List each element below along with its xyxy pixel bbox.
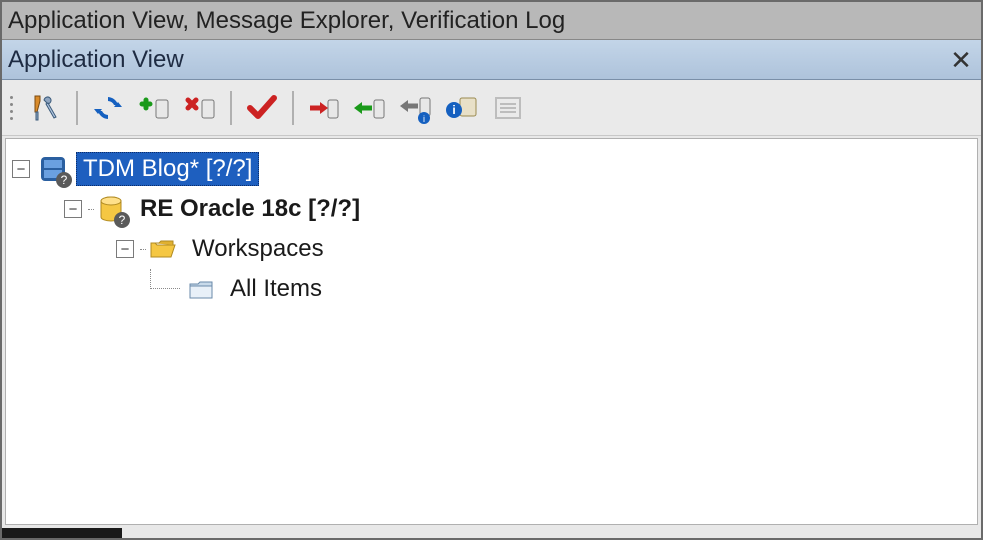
- footer-strip: [2, 528, 122, 538]
- import-info-button[interactable]: i: [396, 88, 436, 128]
- expander-icon[interactable]: −: [116, 240, 134, 258]
- toolbar-separator: [292, 91, 294, 125]
- expander-icon[interactable]: −: [12, 160, 30, 178]
- tree-node-label[interactable]: All Items: [224, 273, 328, 305]
- hammer-wrench-icon: [30, 92, 62, 124]
- add-button[interactable]: [134, 88, 174, 128]
- panel-title: Application View: [8, 46, 184, 74]
- info-table-icon: i: [446, 92, 478, 124]
- details-icon: [492, 92, 524, 124]
- tab-strip: Application View, Message Explorer, Veri…: [2, 2, 981, 40]
- tree-node-database[interactable]: − ? RE Oracle 18c [?/?]: [12, 189, 971, 229]
- tree-icon: ?: [94, 192, 128, 226]
- tree-node-all-items[interactable]: All Items: [12, 269, 971, 309]
- refresh-button[interactable]: [88, 88, 128, 128]
- close-icon: ✕: [950, 47, 972, 73]
- toolbar-separator: [230, 91, 232, 125]
- tab-strip-label[interactable]: Application View, Message Explorer, Veri…: [8, 7, 565, 35]
- remove-button[interactable]: [180, 88, 220, 128]
- svg-text:i: i: [452, 103, 455, 117]
- tree-node-root[interactable]: − ? TDM Blog* [?/?]: [12, 149, 971, 189]
- tree-node-label[interactable]: Workspaces: [186, 233, 330, 265]
- info-table-button[interactable]: i: [442, 88, 482, 128]
- panel-title-bar: Application View ✕: [2, 40, 981, 80]
- tree-node-workspaces[interactable]: − Workspaces: [12, 229, 971, 269]
- tree-node-label[interactable]: RE Oracle 18c [?/?]: [134, 193, 366, 225]
- plus-db-icon: [138, 92, 170, 124]
- tree-view[interactable]: − ? TDM Blog* [?/?] − ?: [5, 138, 978, 525]
- tree-icon: [146, 232, 180, 266]
- folder-open-icon: [149, 235, 177, 263]
- folder-icon: [187, 275, 215, 303]
- tree-icon: [184, 272, 218, 306]
- toolbar: i i: [2, 80, 981, 136]
- window-frame: Application View, Message Explorer, Veri…: [0, 0, 983, 540]
- question-badge-icon: ?: [56, 172, 72, 188]
- question-badge-icon: ?: [114, 212, 130, 228]
- svg-text:i: i: [423, 114, 425, 124]
- toolbar-grip: [8, 91, 20, 125]
- expander-icon[interactable]: −: [64, 200, 82, 218]
- check-icon: [246, 92, 278, 124]
- arrow-left-db-info-icon: i: [400, 92, 432, 124]
- configure-button[interactable]: [26, 88, 66, 128]
- toolbar-separator: [76, 91, 78, 125]
- arrow-right-db-icon: [308, 92, 340, 124]
- details-button: [488, 88, 528, 128]
- refresh-icon: [92, 92, 124, 124]
- tree-icon: ?: [36, 152, 70, 186]
- arrow-left-db-icon: [354, 92, 386, 124]
- validate-button[interactable]: [242, 88, 282, 128]
- x-db-icon: [184, 92, 216, 124]
- import-button[interactable]: [350, 88, 390, 128]
- tree-node-label[interactable]: TDM Blog* [?/?]: [76, 152, 259, 186]
- export-button[interactable]: [304, 88, 344, 128]
- close-button[interactable]: ✕: [947, 46, 975, 74]
